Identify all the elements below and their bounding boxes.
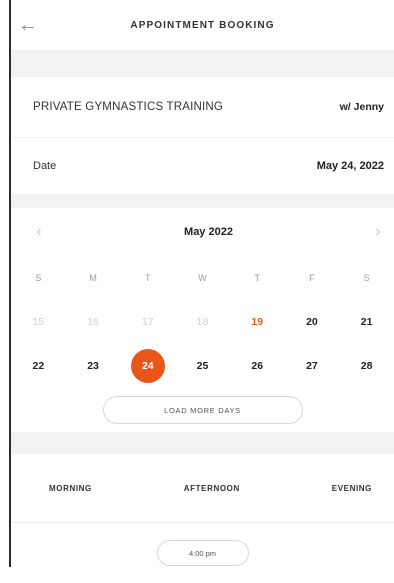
weekday-label: M: [89, 273, 97, 283]
calendar-day: 18: [196, 316, 209, 328]
weekday-label: S: [363, 273, 370, 283]
top-bar: ← APPOINTMENT BOOKING: [11, 0, 394, 51]
trainer-name: w/ Jenny: [339, 101, 384, 113]
weekday-label: W: [198, 273, 207, 283]
calendar-day[interactable]: 26: [230, 360, 285, 372]
arrow-left-icon[interactable]: ←: [17, 14, 39, 36]
tab-period[interactable]: EVENING: [332, 484, 372, 493]
service-row[interactable]: PRIVATE GYMNASTICS TRAINING w/ Jenny: [11, 77, 394, 137]
date-row[interactable]: Date May 24, 2022: [11, 137, 394, 194]
calendar-day[interactable]: 27: [285, 360, 340, 372]
calendar-week-row: 22 23 24 25 26 27 28: [11, 344, 394, 388]
calendar-day[interactable]: 20: [285, 316, 340, 328]
service-name: PRIVATE GYMNASTICS TRAINING: [33, 101, 224, 113]
time-slot-button[interactable]: 4:00 pm: [156, 540, 249, 566]
calendar-day: 15: [32, 316, 45, 328]
chevron-left-icon[interactable]: ‹: [31, 223, 47, 241]
calendar-day[interactable]: 19: [230, 316, 285, 328]
selected-date: May 24, 2022: [316, 160, 384, 172]
calendar-grid: 15 16 17 18 19 20 21 22 23 24 25 26 27 28: [11, 300, 394, 388]
calendar-day[interactable]: 22: [11, 360, 66, 372]
section-separator: [11, 432, 394, 454]
weekday-label: T: [254, 273, 260, 283]
weekday-label: S: [35, 273, 42, 283]
calendar-day-selected[interactable]: 24: [130, 349, 165, 383]
time-period-tabs: MORNING AFTERNOON EVENING: [11, 454, 394, 523]
page-title: APPOINTMENT BOOKING: [130, 19, 275, 31]
weekday-label: F: [309, 273, 315, 283]
tab-period[interactable]: MORNING: [49, 484, 92, 493]
load-more-wrapper: LOAD MORE DAYS: [11, 388, 394, 432]
calendar-header: ‹ May 2022 ›: [11, 208, 394, 256]
weekday-label: T: [145, 273, 151, 283]
chevron-right-icon[interactable]: ›: [370, 223, 386, 241]
calendar-day: 16: [87, 316, 99, 328]
section-separator: [11, 51, 394, 77]
calendar-day: 17: [141, 316, 154, 328]
weekday-row: SMTWTFS: [11, 256, 394, 300]
calendar-day[interactable]: 23: [66, 360, 121, 372]
calendar-day[interactable]: 21: [339, 316, 394, 328]
tab-period[interactable]: AFTERNOON: [184, 484, 240, 493]
section-separator: [11, 194, 394, 208]
time-slots: 4:00 pm: [11, 523, 394, 583]
calendar-day[interactable]: 28: [339, 360, 394, 372]
date-label: Date: [33, 160, 57, 172]
calendar-day[interactable]: 25: [175, 360, 230, 372]
calendar-week-row: 15 16 17 18 19 20 21: [11, 300, 394, 344]
load-more-days-button[interactable]: LOAD MORE DAYS: [102, 396, 303, 424]
calendar-month: May 2022: [184, 226, 233, 238]
booking-screen: ← APPOINTMENT BOOKING PRIVATE GYMNASTICS…: [11, 0, 394, 567]
